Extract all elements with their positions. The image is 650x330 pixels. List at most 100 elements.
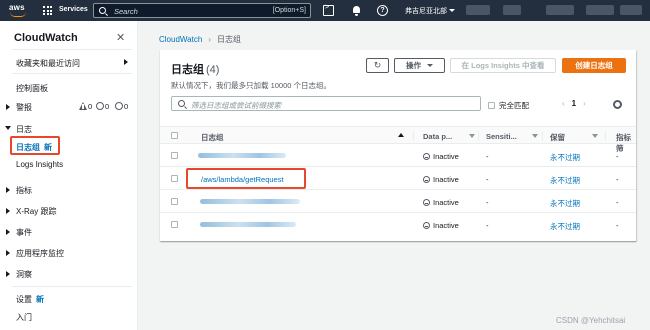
data-protection-status: Inactive (423, 221, 459, 230)
page-number[interactable]: 1 (572, 99, 576, 108)
services-menu[interactable]: Services (59, 6, 88, 13)
log-group-filter-input[interactable]: 筛选日志组或尝试前缀搜索 (171, 96, 481, 111)
row-checkbox[interactable] (171, 175, 178, 182)
sidebar-item-dashboards[interactable]: 控制面板 (16, 83, 48, 94)
table-row[interactable]: Inactive - 永不过期 - (160, 191, 636, 213)
chevron-down-icon[interactable] (5, 126, 11, 130)
log-group-link[interactable]: /aws/lambda/getRequest (201, 175, 284, 184)
sidebar-item-events[interactable]: 事件 (16, 227, 32, 238)
data-protection-status: Inactive (423, 198, 459, 207)
caret-down-icon[interactable] (449, 9, 455, 12)
divider (12, 73, 132, 74)
breadcrumb-current: 日志组 (216, 35, 241, 44)
next-page-icon[interactable]: › (583, 99, 586, 108)
insufficient-data-icon (115, 102, 123, 110)
checkbox-icon (488, 102, 495, 109)
sort-icon[interactable] (469, 134, 475, 138)
search-icon (99, 7, 106, 14)
gear-icon[interactable] (613, 100, 622, 109)
terminal-icon[interactable] (323, 4, 334, 16)
log-groups-panel: 日志组(4) 默认情况下，我们最多只加载 10000 个日志组。 操作 在 Lo… (160, 50, 636, 241)
sidebar-item-logs[interactable]: 日志 (16, 124, 32, 135)
chevron-right-icon[interactable] (6, 250, 10, 256)
redacted-account (620, 5, 642, 15)
create-log-group-button[interactable]: 创建日志组 (562, 58, 626, 73)
column-header-sensitive[interactable]: Sensiti... (486, 132, 517, 141)
sort-ascending-icon[interactable] (398, 133, 404, 137)
row-checkbox[interactable] (171, 198, 178, 205)
redacted-account (503, 5, 521, 15)
chevron-right-icon[interactable] (124, 59, 128, 65)
view-in-logs-insights-button[interactable]: 在 Logs Insights 中查看 (450, 58, 556, 73)
sidebar-item-metrics[interactable]: 指标 (16, 185, 32, 196)
redacted-account (546, 5, 574, 15)
panel-description: 默认情况下，我们最多只加载 10000 个日志组。 (171, 81, 332, 90)
sidebar-item-insights[interactable]: 洞察 (16, 269, 32, 280)
chevron-right-icon[interactable] (6, 229, 10, 235)
retention-link[interactable]: 永不过期 (550, 152, 580, 163)
sidebar-item-getting-started[interactable]: 入门 (16, 312, 32, 323)
alarm-count-ok: 0 (96, 102, 109, 111)
select-all-checkbox[interactable] (171, 132, 178, 139)
apps-grid-icon[interactable] (43, 6, 52, 15)
bell-icon[interactable] (351, 5, 362, 16)
search-shortcut-hint: [Option+S] (272, 7, 306, 14)
sidebar-item-xray[interactable]: X-Ray 跟踪 (16, 206, 56, 217)
row-checkbox[interactable] (171, 152, 178, 159)
data-protection-status: Inactive (423, 175, 459, 184)
retention-link[interactable]: 永不过期 (550, 198, 580, 209)
divider (12, 49, 132, 50)
column-header-retention[interactable]: 保留 (550, 132, 565, 143)
table-row[interactable]: /aws/lambda/getRequest Inactive - 永不过期 - (160, 168, 636, 190)
redacted-account (586, 5, 614, 15)
data-protection-status: Inactive (423, 152, 459, 161)
chevron-right-icon[interactable] (6, 104, 10, 110)
sidebar: CloudWatch ✕ 收藏夹和最近访问 控制面板 警报 0 0 0 日志 日… (0, 21, 138, 330)
actions-button[interactable]: 操作 (394, 58, 445, 73)
exact-match-checkbox[interactable]: 完全匹配 (488, 100, 529, 111)
redacted-log-group-name[interactable] (200, 222, 296, 227)
redacted-account (466, 5, 490, 15)
search-placeholder: Search (114, 7, 138, 16)
sidebar-item-logs-insights[interactable]: Logs Insights (16, 160, 63, 169)
sort-icon[interactable] (532, 134, 538, 138)
aws-logo[interactable]: aws (9, 3, 29, 18)
sidebar-item-alarms[interactable]: 警报 (16, 102, 32, 113)
alarm-warning-icon (79, 102, 87, 110)
aws-smile-mark (10, 12, 26, 17)
global-search-input[interactable]: Search [Option+S] (93, 3, 311, 18)
table-row[interactable]: Inactive - 永不过期 - (160, 145, 636, 167)
chevron-right-icon[interactable] (6, 271, 10, 277)
sidebar-item-app-monitoring[interactable]: 应用程序监控 (16, 248, 64, 259)
retention-link[interactable]: 永不过期 (550, 221, 580, 232)
ok-status-icon (96, 102, 104, 110)
divider (12, 286, 132, 287)
chevron-right-icon[interactable] (6, 187, 10, 193)
column-header-name[interactable]: 日志组 (201, 132, 224, 143)
table-row[interactable]: Inactive - 永不过期 - (160, 214, 636, 236)
inactive-status-icon (423, 153, 430, 160)
prev-page-icon[interactable]: ‹ (562, 99, 565, 108)
chevron-right-icon[interactable] (6, 208, 10, 214)
redacted-log-group-name[interactable] (198, 153, 286, 158)
sidebar-item-favorites[interactable]: 收藏夹和最近访问 (16, 58, 80, 69)
sidebar-item-settings[interactable]: 设置新 (16, 294, 44, 305)
pagination: ‹ 1 › (562, 99, 586, 108)
column-header-data-protection[interactable]: Data p... (423, 132, 452, 141)
sort-icon[interactable] (592, 134, 598, 138)
inactive-status-icon (423, 199, 430, 206)
sidebar-item-log-groups[interactable]: 日志组新 (16, 142, 52, 153)
close-icon[interactable]: ✕ (116, 31, 125, 44)
panel-title: 日志组 (4) (171, 64, 220, 76)
alarm-count-insufficient: 0 (115, 102, 128, 111)
help-icon[interactable]: ? (377, 5, 388, 16)
row-checkbox[interactable] (171, 221, 178, 228)
search-icon (178, 100, 185, 107)
watermark: CSDN @Yehchitsai (556, 316, 626, 325)
breadcrumb-cloudwatch[interactable]: CloudWatch (159, 35, 202, 44)
redacted-log-group-name[interactable] (200, 199, 300, 204)
breadcrumb: CloudWatch › 日志组 (159, 34, 241, 45)
refresh-button[interactable] (366, 58, 389, 73)
retention-link[interactable]: 永不过期 (550, 175, 580, 186)
region-selector[interactable]: 弗吉尼亚北部 (405, 6, 447, 16)
